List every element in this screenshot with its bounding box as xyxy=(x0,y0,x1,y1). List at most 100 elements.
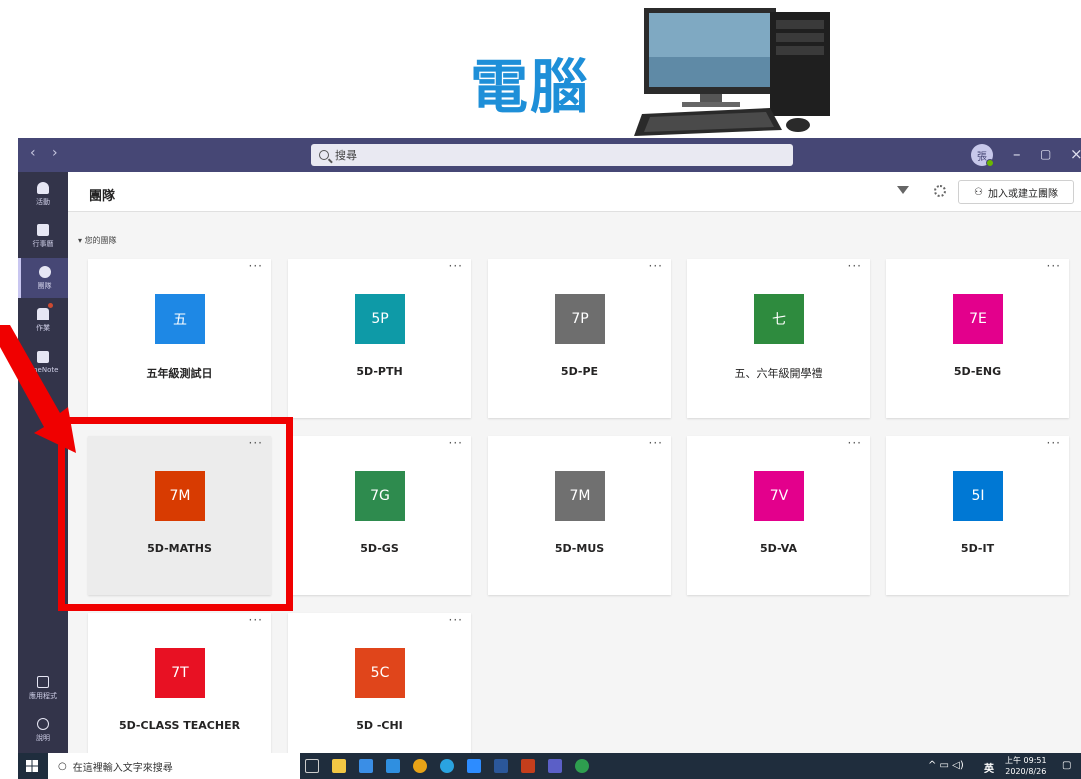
rail-label: 活動 xyxy=(36,197,50,206)
team-card[interactable]: ··· 7G 5D-GS xyxy=(288,436,471,595)
team-card[interactable]: ··· 7V 5D-VA xyxy=(687,436,870,595)
search-icon xyxy=(319,150,329,160)
team-card[interactable]: ··· 7P 5D-PE xyxy=(488,259,671,418)
team-card[interactable]: ··· 五五年級測試日 xyxy=(88,259,271,418)
team-name: 五年級測試日 xyxy=(146,367,213,380)
clock-time: 上午 09:51 xyxy=(1005,756,1047,765)
team-avatar-tile: 7E xyxy=(953,294,1003,344)
team-name: 5D-IT xyxy=(960,542,995,555)
your-teams-section[interactable]: ▾ 您的團隊 xyxy=(78,235,117,246)
team-avatar-tile: 7T xyxy=(155,648,205,698)
back-forward-icon[interactable]: ‹ › xyxy=(30,145,64,161)
clock[interactable]: 上午 09:51 2020/8/26 xyxy=(1005,755,1047,777)
edge-icon[interactable] xyxy=(440,759,454,773)
teams-header: 團隊 ⚇ 加入或建立團隊 xyxy=(68,172,1081,212)
team-name: 5D -CHI xyxy=(356,719,403,732)
rail-item-calendar[interactable]: 行事曆 xyxy=(18,216,68,256)
more-options-icon[interactable]: ··· xyxy=(449,436,463,450)
tray-icons[interactable]: ^ ▭ ◁) xyxy=(928,760,964,771)
team-name: 5D-MUS xyxy=(554,542,605,555)
word-icon[interactable] xyxy=(494,759,508,773)
team-avatar-tile: 5I xyxy=(953,471,1003,521)
more-options-icon[interactable]: ··· xyxy=(1047,436,1061,450)
gear-icon[interactable] xyxy=(934,185,946,197)
team-avatar-tile: 七 xyxy=(754,294,804,344)
search-box[interactable]: 搜尋 xyxy=(311,144,793,166)
more-options-icon[interactable]: ··· xyxy=(649,436,663,450)
calendar-icon xyxy=(37,223,49,236)
filter-icon[interactable] xyxy=(897,186,909,194)
taskbar-search-box[interactable]: ○ 在這裡輸入文字來搜尋 xyxy=(48,753,300,779)
title-bar: ‹ › 搜尋 張 – ▢ × xyxy=(18,138,1081,172)
team-name: 5D-PTH xyxy=(356,365,403,378)
team-card[interactable]: ··· 5P 5D-PTH xyxy=(288,259,471,418)
file-explorer-icon[interactable] xyxy=(332,759,346,773)
team-name: 5D-VA xyxy=(759,542,798,555)
windows-taskbar: ○ 在這裡輸入文字來搜尋 ^ ▭ ◁) 英 上午 09:51 2020/8/26… xyxy=(18,753,1081,779)
banner-title: 電腦 xyxy=(470,53,591,121)
screenshot-root: 電腦 ‹ › 搜尋 張 – ▢ × 活動 行事曆 團隊 作業 OneNote 應… xyxy=(0,0,1081,779)
more-options-icon[interactable]: ··· xyxy=(249,613,263,627)
team-name: 五、六年級開學禮 xyxy=(734,367,823,380)
apps-icon xyxy=(37,675,49,688)
page-title: 團隊 xyxy=(89,189,116,204)
more-options-icon[interactable]: ··· xyxy=(848,259,862,273)
notifications-icon[interactable]: ▢ xyxy=(1062,760,1071,771)
rail-label: 行事曆 xyxy=(32,239,54,248)
notification-dot xyxy=(48,303,53,308)
task-view-icon[interactable] xyxy=(305,759,319,773)
more-options-icon[interactable]: ··· xyxy=(1047,259,1061,273)
more-options-icon[interactable]: ··· xyxy=(848,436,862,450)
team-avatar-tile: 5P xyxy=(355,294,405,344)
team-card[interactable]: ··· 7E 5D-ENG xyxy=(886,259,1069,418)
desktop-computer-image xyxy=(620,2,835,137)
team-card[interactable]: ··· 七五、六年級開學禮 xyxy=(687,259,870,418)
team-avatar-tile: 五 xyxy=(155,294,205,344)
people-add-icon: ⚇ xyxy=(974,186,983,198)
clock-date: 2020/8/26 xyxy=(1005,767,1047,776)
rail-item-apps[interactable]: 應用程式 xyxy=(18,668,68,708)
more-options-icon[interactable]: ··· xyxy=(449,613,463,627)
highlight-box-annotation xyxy=(58,417,293,611)
status-available-icon xyxy=(986,159,994,167)
team-card[interactable]: ··· 7M 5D-MUS xyxy=(488,436,671,595)
team-name: 5D-CLASS TEACHER xyxy=(118,719,241,732)
team-card[interactable]: ··· 5C 5D -CHI xyxy=(288,613,471,753)
team-avatar-tile: 5C xyxy=(355,648,405,698)
rail-label: 應用程式 xyxy=(29,691,57,700)
rail-item-teams[interactable]: 團隊 xyxy=(18,258,68,298)
close-icon[interactable]: × xyxy=(1070,144,1081,164)
maximize-icon[interactable]: ▢ xyxy=(1040,144,1051,164)
rail-label: 說明 xyxy=(36,733,50,742)
powerpoint-icon[interactable] xyxy=(521,759,535,773)
rail-label: 團隊 xyxy=(37,281,52,290)
team-avatar-tile: 7M xyxy=(555,471,605,521)
app-icon[interactable] xyxy=(359,759,373,773)
windows-start-icon[interactable] xyxy=(26,760,38,772)
input-language[interactable]: 英 xyxy=(984,760,994,775)
teams-icon xyxy=(38,265,51,278)
team-avatar-tile: 7P xyxy=(555,294,605,344)
team-card[interactable]: ··· 5I 5D-IT xyxy=(886,436,1069,595)
chrome-icon[interactable] xyxy=(413,759,427,773)
zoom-icon[interactable] xyxy=(467,759,481,773)
taskbar-search-placeholder: 在這裡輸入文字來搜尋 xyxy=(72,762,173,774)
team-name: 5D-GS xyxy=(360,542,399,555)
rail-item-activity[interactable]: 活動 xyxy=(18,174,68,214)
team-card[interactable]: ··· 7T 5D-CLASS TEACHER xyxy=(88,613,271,753)
more-options-icon[interactable]: ··· xyxy=(249,259,263,273)
app-badge-icon[interactable] xyxy=(575,759,589,773)
more-options-icon[interactable]: ··· xyxy=(649,259,663,273)
minimize-icon[interactable]: – xyxy=(1013,144,1021,164)
search-placeholder: 搜尋 xyxy=(335,149,357,162)
team-name: 5D-PE xyxy=(560,365,599,378)
bag-icon xyxy=(37,307,49,320)
search-icon: ○ xyxy=(58,760,67,772)
more-options-icon[interactable]: ··· xyxy=(449,259,463,273)
join-button-label: 加入或建立團隊 xyxy=(987,188,1058,200)
teams-app-icon[interactable] xyxy=(548,759,562,773)
join-or-create-team-button[interactable]: ⚇ 加入或建立團隊 xyxy=(958,180,1074,204)
rail-item-help[interactable]: 說明 xyxy=(18,710,68,750)
section-label: 您的團隊 xyxy=(84,236,117,245)
mail-icon[interactable] xyxy=(386,759,400,773)
